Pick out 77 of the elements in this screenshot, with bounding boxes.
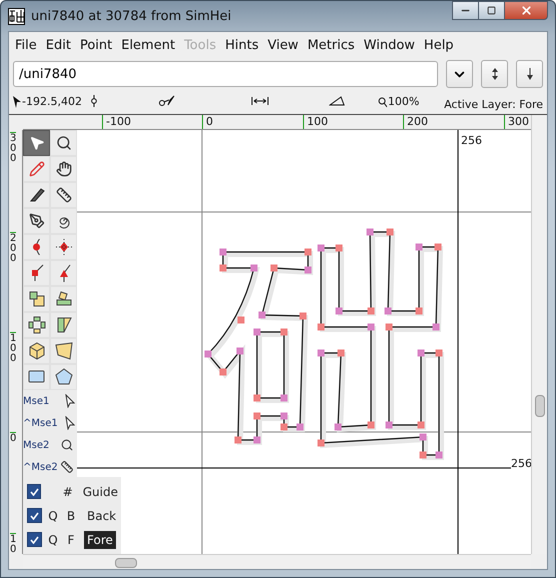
layer-name[interactable]: Fore — [84, 530, 116, 548]
menu-item[interactable]: Help — [424, 38, 460, 52]
active-layer: Active Layer: Fore — [444, 98, 543, 113]
curve-point-icon — [32, 239, 41, 255]
maximize-button[interactable] — [478, 1, 505, 20]
mouse-binding-label: ^Mse2 — [23, 462, 58, 472]
pointer-icon — [64, 394, 75, 408]
menu-item[interactable]: Edit — [46, 38, 77, 52]
layer-checkbox[interactable] — [27, 508, 42, 523]
zoom-icon — [378, 96, 387, 108]
quadratic-label: Q — [47, 532, 59, 546]
cursor-position: -192.5,402 — [22, 94, 82, 108]
dropdown-button[interactable] — [446, 60, 473, 88]
flip-icon — [54, 290, 72, 308]
menu-item[interactable]: File — [15, 38, 43, 52]
blade-icon — [28, 186, 46, 204]
skew-icon — [54, 316, 72, 334]
menu-item[interactable]: Metrics — [307, 38, 361, 52]
glyph-name-field[interactable]: /uni7840 — [13, 61, 438, 87]
layer-type-label: F — [66, 532, 76, 546]
ruler-label: 10 — [10, 533, 16, 554]
tool-button[interactable] — [23, 130, 50, 156]
point-icon — [90, 95, 97, 107]
scroll-thumb[interactable] — [535, 395, 545, 417]
pencil-icon — [28, 161, 44, 177]
maximize-icon — [487, 6, 496, 15]
menu-item[interactable]: Window — [364, 38, 421, 52]
pentagon-icon — [54, 368, 72, 386]
distance-icon — [251, 96, 270, 106]
close-icon — [520, 4, 532, 17]
cube-icon — [28, 342, 46, 360]
step-button[interactable] — [516, 60, 543, 88]
rotate-icon — [28, 316, 46, 334]
mouse-binding-label: ^Mse1 — [23, 418, 58, 428]
width-label: 256 — [511, 457, 531, 470]
search-icon — [56, 135, 72, 151]
pen-icon — [28, 213, 44, 229]
zoom-level: 100% — [388, 94, 420, 108]
point-arrow-icon — [158, 95, 175, 107]
search-icon — [60, 438, 74, 452]
mouse-binding-label: Mse2 — [23, 440, 50, 450]
layer-name[interactable]: Guide — [80, 482, 121, 500]
minimize-button[interactable] — [452, 1, 479, 20]
check-icon — [30, 488, 38, 496]
menu-item[interactable]: Hints — [225, 38, 265, 52]
mouse-binding-label: Mse1 — [23, 396, 50, 406]
menu-item[interactable]: Point — [80, 38, 118, 52]
window-title: uni7840 at 30784 from SimHei — [31, 8, 232, 24]
ruler-icon — [60, 460, 74, 474]
scroll-thumb[interactable] — [115, 558, 137, 568]
quadratic-label: Q — [47, 508, 59, 522]
ruler-label: 300 — [10, 132, 16, 164]
angle-icon — [329, 96, 346, 106]
layer-name[interactable]: Back — [84, 506, 120, 524]
diamond-point-icon — [54, 238, 72, 256]
hand-icon — [56, 161, 72, 177]
menu-item[interactable]: View — [268, 38, 304, 52]
layer-checkbox[interactable] — [27, 532, 42, 547]
scale-icon — [28, 290, 46, 308]
ruler-label: 100 — [10, 332, 16, 364]
check-icon — [30, 512, 39, 520]
perspective-icon — [54, 342, 72, 360]
app-icon — [8, 8, 25, 24]
ruler-label: 200 — [10, 232, 16, 264]
layer-type-label: B — [66, 508, 76, 522]
width-label: 256 — [461, 134, 482, 147]
layer-type-label: # — [62, 484, 74, 498]
pointer-icon — [28, 135, 44, 151]
ruler-icon — [56, 187, 72, 203]
step-button[interactable] — [481, 60, 508, 88]
close-button[interactable] — [504, 1, 548, 20]
pointer-icon — [13, 96, 21, 108]
check-icon — [30, 536, 39, 544]
menu-item[interactable]: Element — [121, 38, 182, 52]
layer-checkbox[interactable] — [27, 484, 41, 499]
ruler-label: 0 — [10, 432, 16, 444]
pointer-icon — [64, 416, 75, 430]
